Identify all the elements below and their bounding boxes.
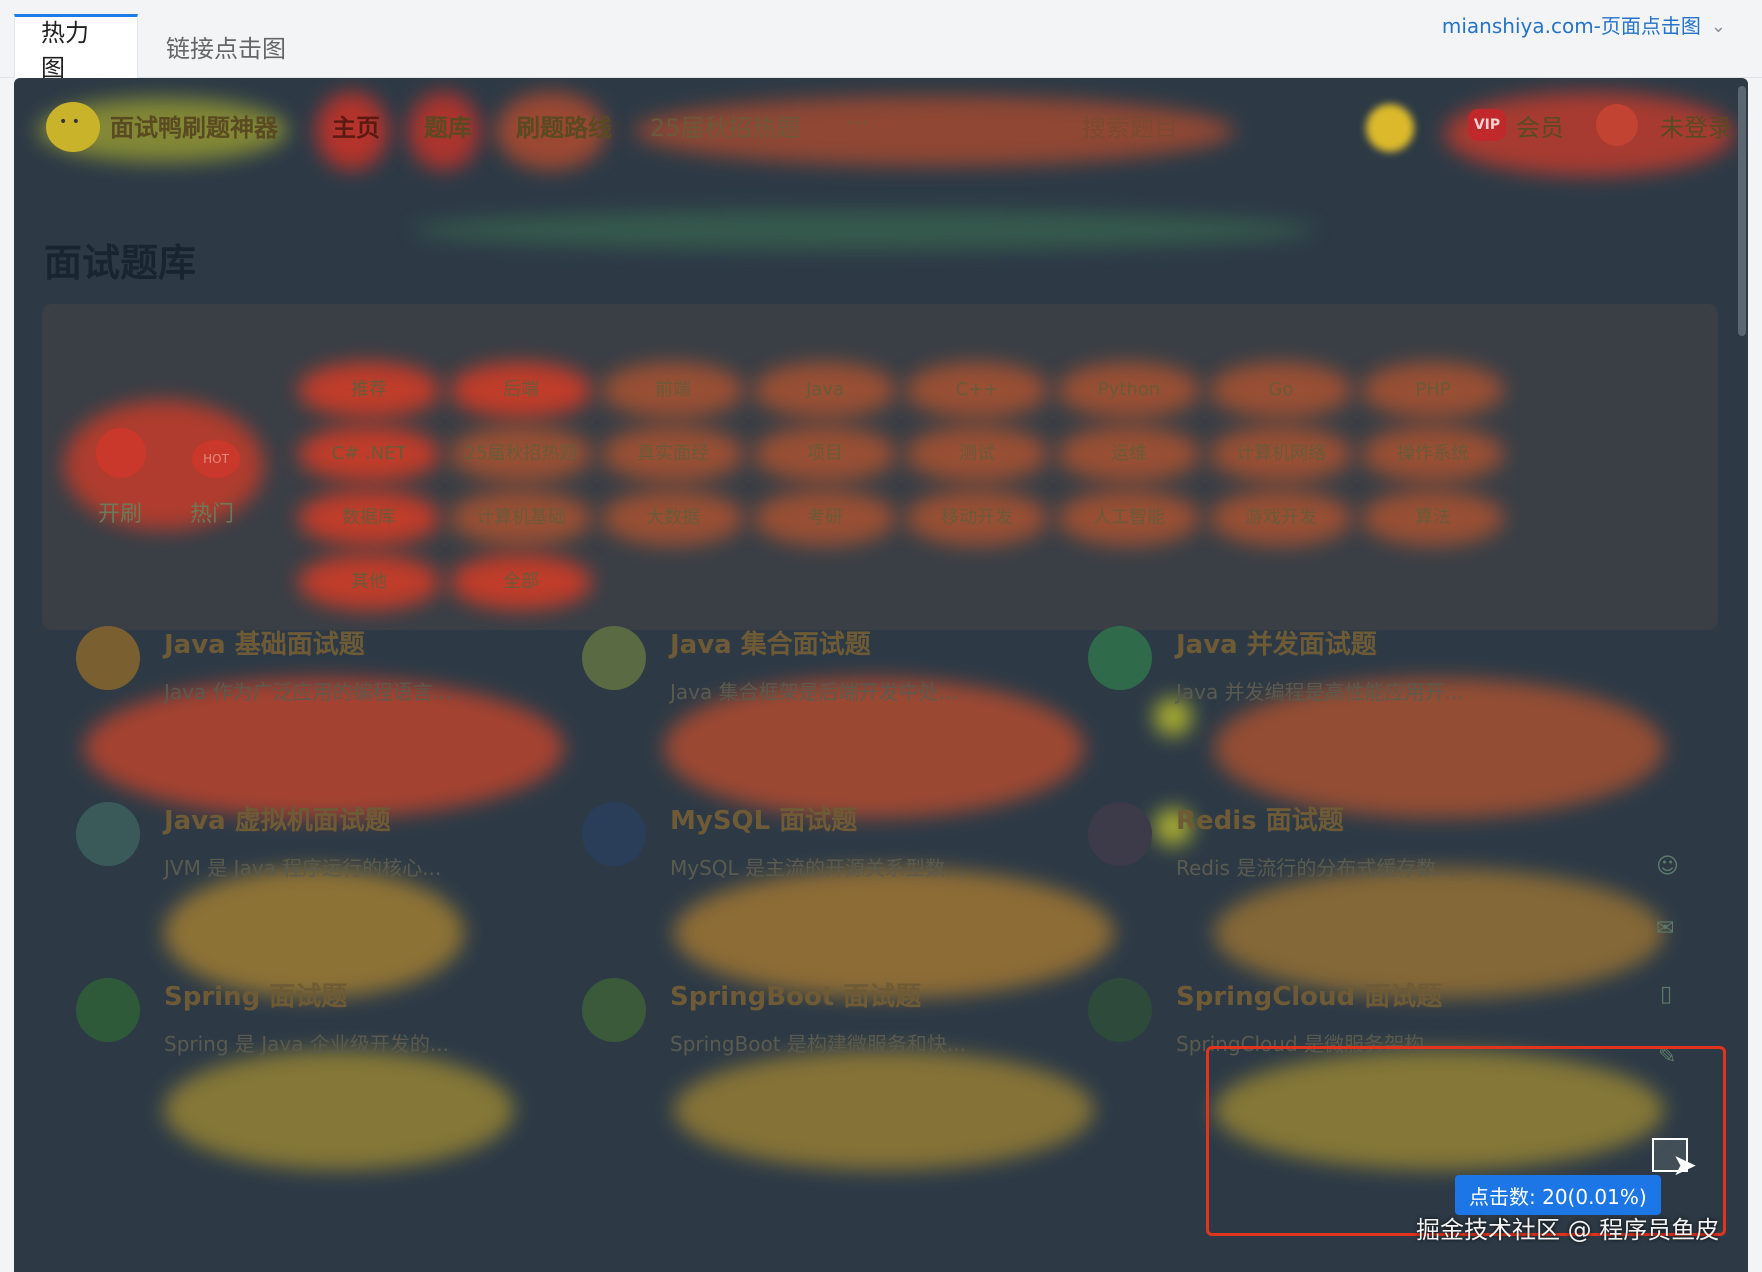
nav-routes[interactable]: 刷题路线 bbox=[516, 108, 612, 143]
java-icon bbox=[76, 626, 140, 690]
redis-cube-icon bbox=[1088, 802, 1152, 866]
nav-autumn-hot[interactable]: 25届秋招热题 bbox=[650, 108, 801, 143]
page-title: 面试题库 bbox=[44, 241, 197, 285]
layers-icon bbox=[582, 626, 646, 690]
card-description[interactable]: Java 集合框架是后端开发中处... bbox=[670, 676, 958, 705]
contact-icon[interactable]: ☺ bbox=[1656, 854, 1679, 879]
card-title[interactable]: MySQL 面试题 bbox=[670, 800, 857, 837]
card-description[interactable]: MySQL 是主流的开源关系型数... bbox=[670, 852, 964, 881]
card-title[interactable]: SpringBoot 面试题 bbox=[670, 976, 921, 1013]
category-chip[interactable]: 游戏开发 bbox=[1216, 496, 1346, 540]
brand-logo[interactable] bbox=[46, 102, 100, 152]
nav-more-icon[interactable]: ... bbox=[846, 102, 869, 130]
mobile-icon[interactable]: ▯ bbox=[1660, 982, 1672, 1007]
springboot-icon bbox=[582, 978, 646, 1042]
category-chip[interactable]: 数据库 bbox=[304, 496, 434, 540]
brand-name[interactable]: 面试鸭刷题神器 bbox=[110, 108, 278, 143]
site-selector[interactable]: mianshiya.com-页面点击图 ⌄ bbox=[1442, 10, 1726, 39]
heat-spot bbox=[164, 1050, 514, 1170]
category-chip[interactable]: 全部 bbox=[456, 560, 586, 604]
tab-strip: 热力图 链接点击图 mianshiya.com-页面点击图 ⌄ bbox=[0, 0, 1762, 82]
category-chip[interactable]: 操作系统 bbox=[1368, 432, 1498, 476]
category-chip[interactable]: 考研 bbox=[760, 496, 890, 540]
nav-member[interactable]: 会员 bbox=[1516, 108, 1564, 143]
vip-badge[interactable]: VIP bbox=[1468, 109, 1506, 141]
card-title[interactable]: Java 虚拟机面试题 bbox=[164, 800, 391, 837]
category-chip[interactable]: 运维 bbox=[1064, 432, 1194, 476]
category-chip[interactable]: C++ bbox=[912, 368, 1042, 412]
card-title[interactable]: Java 集合面试题 bbox=[670, 624, 871, 661]
card-description[interactable]: Java 作为广泛应用的编程语言... bbox=[164, 676, 452, 705]
category-chip[interactable]: 前端 bbox=[608, 368, 738, 412]
category-chip[interactable]: 计算机网络 bbox=[1216, 432, 1346, 476]
heat-spot bbox=[414, 210, 1314, 250]
cursor-icon: ➤ bbox=[1672, 1148, 1698, 1183]
category-chip[interactable]: 25届秋招热题 bbox=[456, 432, 586, 476]
category-chip[interactable]: 真实面经 bbox=[608, 432, 738, 476]
card-title[interactable]: Java 基础面试题 bbox=[164, 624, 365, 661]
fire-icon[interactable] bbox=[96, 428, 146, 478]
search-icon[interactable] bbox=[1366, 104, 1414, 152]
springcloud-icon bbox=[1088, 978, 1152, 1042]
category-chip[interactable]: 人工智能 bbox=[1064, 496, 1194, 540]
jvm-icon bbox=[76, 802, 140, 866]
nav-login[interactable]: 未登录 bbox=[1660, 108, 1732, 143]
category-chip[interactable]: 项目 bbox=[760, 432, 890, 476]
site-selector-label: mianshiya.com-页面点击图 bbox=[1441, 14, 1701, 38]
category-chip[interactable]: 大数据 bbox=[608, 496, 738, 540]
scrollbar[interactable] bbox=[1738, 86, 1746, 336]
card-description[interactable]: Redis 是流行的分布式缓存数... bbox=[1176, 852, 1455, 881]
card-title[interactable]: Spring 面试题 bbox=[164, 976, 347, 1013]
wechat-icon[interactable]: ✉ bbox=[1656, 916, 1674, 941]
chevron-down-icon: ⌄ bbox=[1710, 16, 1726, 37]
hot-badge-icon[interactable]: HOT bbox=[192, 440, 240, 478]
spring-leaf-icon bbox=[76, 978, 140, 1042]
category-chip[interactable]: Java bbox=[760, 368, 890, 412]
card-title[interactable]: SpringCloud 面试题 bbox=[1176, 976, 1442, 1013]
heat-spot bbox=[674, 1050, 1094, 1170]
avatar[interactable] bbox=[1596, 104, 1638, 146]
category-chip[interactable]: Go bbox=[1216, 368, 1346, 412]
category-chip[interactable]: 其他 bbox=[304, 560, 434, 604]
card-description[interactable]: Spring 是 Java 企业级开发的... bbox=[164, 1028, 449, 1057]
search-input[interactable]: 搜索题目 bbox=[1082, 108, 1178, 143]
concurrency-icon bbox=[1088, 626, 1152, 690]
mysql-dolphin-icon bbox=[582, 802, 646, 866]
category-chip[interactable]: 后端 bbox=[456, 368, 586, 412]
watermark: 掘金技术社区 @ 程序员鱼皮 bbox=[1416, 1216, 1720, 1244]
category-chip[interactable]: PHP bbox=[1368, 368, 1498, 412]
category-chip[interactable]: 移动开发 bbox=[912, 496, 1042, 540]
tab-link-click-map[interactable]: 链接点击图 bbox=[138, 14, 314, 78]
card-title[interactable]: Java 并发面试题 bbox=[1176, 624, 1377, 661]
category-chip[interactable]: 推荐 bbox=[304, 368, 434, 412]
nav-home[interactable]: 主页 bbox=[332, 108, 380, 143]
heatmap-viewer: 热力图 链接点击图 mianshiya.com-页面点击图 ⌄ 面试鸭刷题神器 … bbox=[0, 0, 1762, 1272]
click-count-tooltip: 点击数: 20(0.01%) bbox=[1455, 1175, 1661, 1215]
sidebar-fresh[interactable]: 开刷 bbox=[98, 496, 142, 528]
category-chip[interactable]: 测试 bbox=[912, 432, 1042, 476]
card-title[interactable]: Redis 面试题 bbox=[1176, 800, 1344, 837]
category-chip[interactable]: 计算机基础 bbox=[456, 496, 586, 540]
category-chip[interactable]: 算法 bbox=[1368, 496, 1498, 540]
category-chip[interactable]: C# .NET bbox=[304, 432, 434, 476]
sidebar-hot[interactable]: 热门 bbox=[190, 496, 234, 528]
tab-heatmap[interactable]: 热力图 bbox=[14, 14, 138, 82]
nav-question-bank[interactable]: 题库 bbox=[424, 108, 472, 143]
category-chip[interactable]: Python bbox=[1064, 368, 1194, 412]
card-description[interactable]: SpringBoot 是构建微服务和快... bbox=[670, 1028, 966, 1057]
card-description[interactable]: Java 并发编程是高性能应用开... bbox=[1176, 676, 1464, 705]
card-description[interactable]: JVM 是 Java 程序运行的核心... bbox=[164, 852, 441, 881]
